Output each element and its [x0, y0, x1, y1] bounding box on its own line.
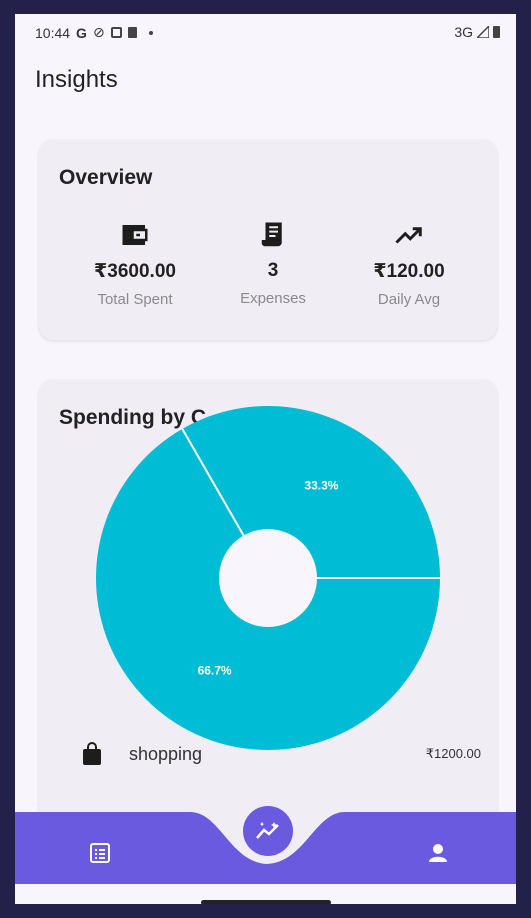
pie-slice-label: 66.7%: [198, 663, 232, 677]
screen: 10:44 G ⊘ 3G Insights Overview ₹3600.00 …: [15, 14, 516, 904]
nav-list-button[interactable]: [89, 842, 111, 864]
legend-amount: ₹1200.00: [425, 746, 481, 761]
home-indicator[interactable]: [201, 900, 331, 904]
shopping-bag-icon: [83, 742, 101, 765]
insights-icon: [256, 822, 279, 839]
list-icon: [90, 843, 110, 863]
device-frame: 10:44 G ⊘ 3G Insights Overview ₹3600.00 …: [0, 0, 531, 918]
profile-icon: [429, 844, 447, 862]
legend-row-shopping[interactable]: shopping ₹1200.00: [81, 742, 481, 772]
pie-slice-label: 33.3%: [304, 479, 338, 493]
nav-insights-button[interactable]: [243, 806, 293, 856]
legend-name: shopping: [129, 744, 203, 764]
pie-hole: [219, 529, 317, 627]
nav-profile-button[interactable]: [427, 842, 449, 864]
